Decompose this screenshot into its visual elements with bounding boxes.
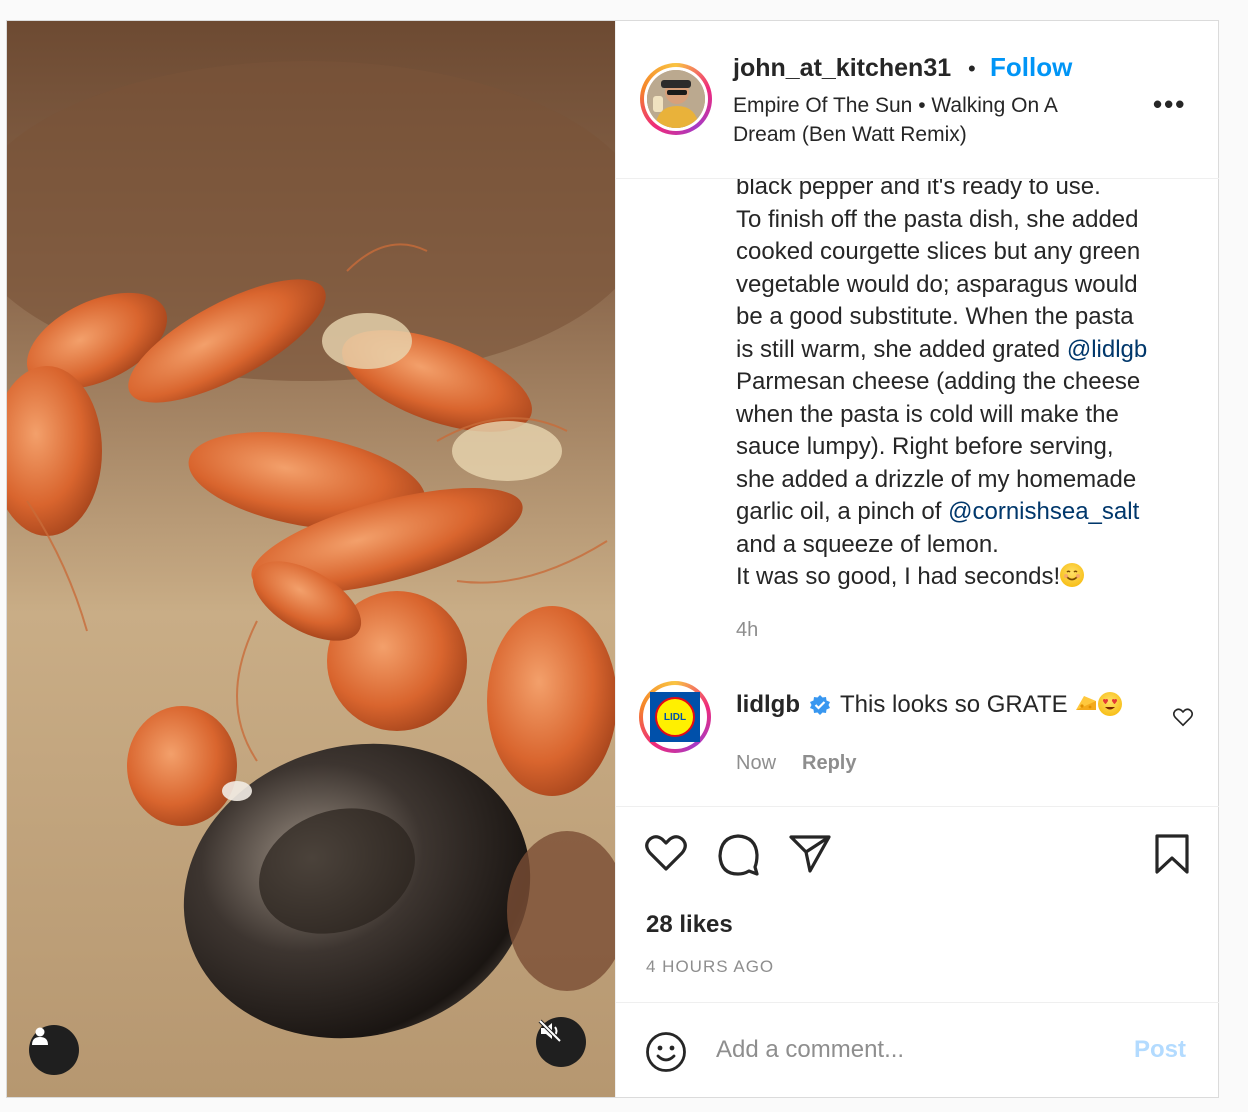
more-options-button[interactable]: ••• — [1153, 89, 1186, 120]
smiley-icon[interactable] — [645, 1031, 687, 1073]
paper-plane-icon[interactable] — [788, 833, 832, 873]
post-timestamp: 4 HOURS AGO — [646, 957, 775, 976]
add-comment-bar: Post — [616, 1002, 1219, 1097]
audio-toggle-button[interactable] — [536, 1017, 586, 1067]
separator-dot: • — [968, 56, 976, 81]
caption-text-segment: It was so good, I had seconds! — [736, 563, 1061, 590]
comment-text-body: This looks so GRATE — [840, 691, 1075, 718]
mention-cornishsea-salt[interactable]: @cornishsea_salt — [948, 498, 1139, 525]
author-username[interactable]: john_at_kitchen31 — [733, 54, 951, 83]
heart-eyes-emoji-icon — [1098, 692, 1123, 716]
caption-line: garlic oil, a pinch of @cornishsea_salt — [736, 496, 1196, 529]
commenter-avatar[interactable]: LIDL — [639, 681, 711, 753]
post-caption: black pepper and it's ready to use. To f… — [616, 179, 1219, 669]
likes-count[interactable]: 28 likes — [646, 911, 733, 939]
audio-muted-icon — [538, 1019, 562, 1043]
mention-lidlgb[interactable]: @lidlgb — [1067, 336, 1147, 363]
caption-text-segment: garlic oil, a pinch of — [736, 498, 949, 525]
author-avatar[interactable] — [640, 63, 712, 135]
action-bar: 28 likes 4 HOURS AGO — [616, 806, 1219, 1002]
user-tag-icon — [32, 1027, 48, 1045]
post-dialog: john_at_kitchen31 • Follow Empire Of The… — [6, 20, 1219, 1098]
music-track[interactable]: Empire Of The Sun • Walking On A Dream (… — [733, 91, 1113, 149]
verified-badge-icon — [810, 695, 830, 715]
caption-line: be a good substitute. When the pasta — [736, 303, 1134, 330]
caption-line: To finish off the pasta dish, she added — [736, 205, 1139, 233]
caption-line: Parmesan cheese (adding the cheese — [736, 368, 1141, 395]
smiling-face-emoji-icon — [1060, 563, 1085, 587]
comment-input[interactable] — [716, 1033, 1096, 1067]
post-header: john_at_kitchen31 • Follow Empire Of The… — [616, 21, 1219, 179]
post-comment-button[interactable]: Post — [1134, 1036, 1186, 1064]
comment-text: This looks so GRATE — [840, 691, 1123, 719]
caption-line: when the pasta is cold will make the — [736, 400, 1119, 428]
follow-button[interactable]: Follow — [990, 52, 1072, 83]
cheese-emoji-icon — [1074, 693, 1098, 713]
lidl-logo: LIDL — [650, 692, 700, 742]
tag-people-button[interactable] — [29, 1025, 79, 1075]
comment-like-heart-icon[interactable] — [1172, 707, 1194, 727]
caption-text-segment: is still warm, she added grated — [736, 335, 1067, 363]
heart-icon[interactable] — [644, 833, 688, 873]
post-details-panel: john_at_kitchen31 • Follow Empire Of The… — [615, 21, 1219, 1097]
caption-line: black pepper and it's ready to use. — [736, 179, 1101, 200]
caption-line: vegetable would do; asparagus would — [736, 270, 1138, 298]
caption-line: is still warm, she added grated @lidlgb — [736, 334, 1196, 367]
caption-line: It was so good, I had seconds! — [736, 561, 1196, 594]
comment-bubble-icon[interactable] — [717, 833, 761, 877]
bookmark-icon[interactable] — [1153, 833, 1191, 875]
video-frame-image — [7, 21, 615, 1097]
caption-line: cooked courgette slices but any green — [736, 238, 1141, 265]
caption-timestamp[interactable]: 4h — [736, 619, 758, 642]
caption-line: and a squeeze of lemon. — [736, 530, 999, 558]
caption-text: black pepper and it's ready to use. To f… — [736, 179, 1196, 594]
reply-button[interactable]: Reply — [802, 752, 856, 775]
caption-line: sauce lumpy). Right before serving, — [736, 433, 1114, 460]
comment-timestamp: Now — [736, 752, 777, 774]
caption-line: she added a drizzle of my homemade — [736, 465, 1137, 493]
lidl-logo-text: LIDL — [655, 697, 695, 737]
post-video[interactable] — [7, 21, 615, 1097]
commenter-username[interactable]: lidlgb — [736, 691, 800, 719]
